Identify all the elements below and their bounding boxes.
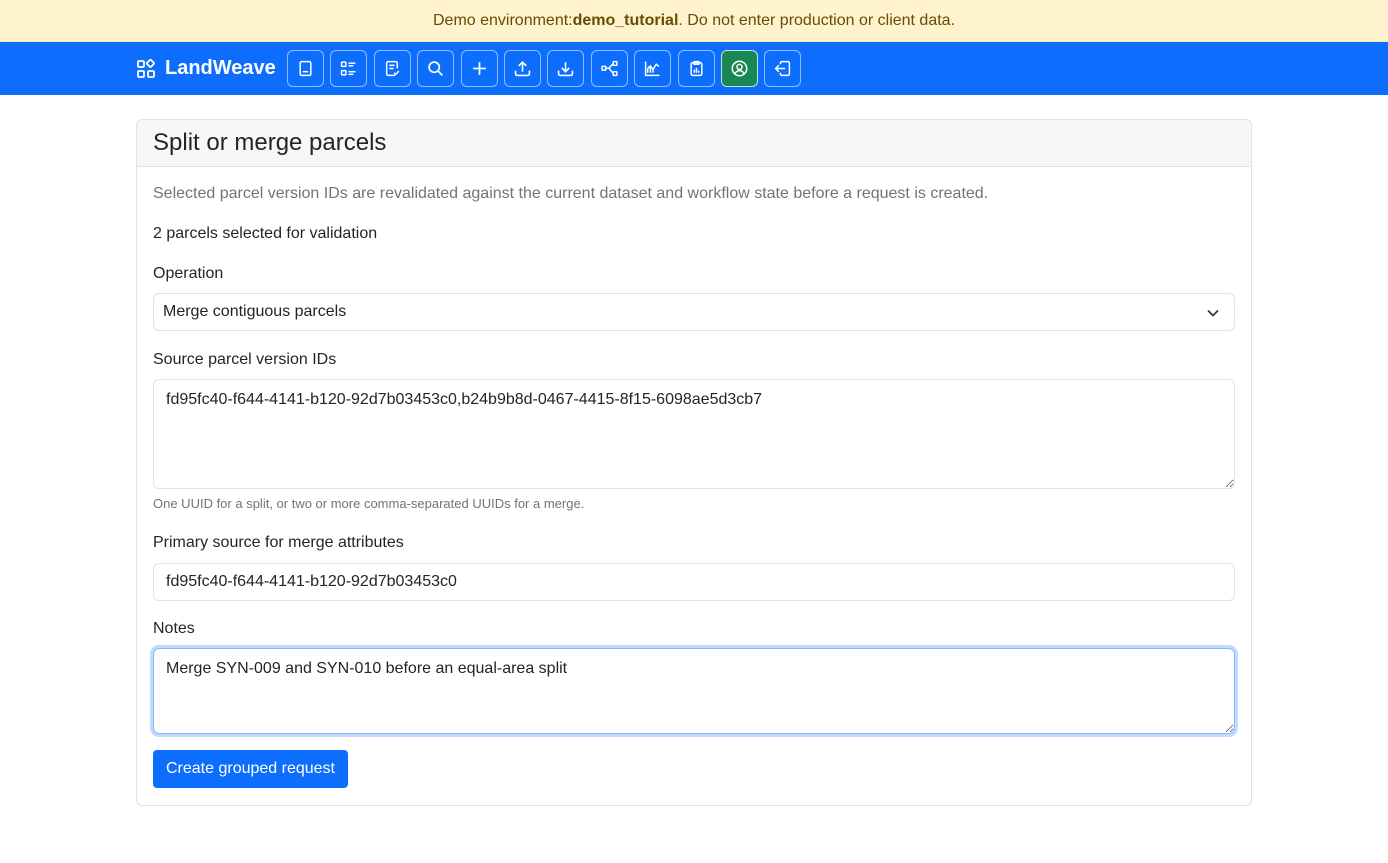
- nav-toolbar: [287, 50, 802, 87]
- plus-icon: [472, 62, 486, 75]
- operation-select[interactable]: Merge contiguous parcels: [153, 293, 1235, 331]
- nav-chart-button[interactable]: [634, 50, 672, 87]
- operation-selected-value: Merge contiguous parcels: [163, 303, 347, 320]
- nav-upload-button[interactable]: [503, 50, 541, 87]
- revalidation-help-text: Selected parcel version IDs are revalida…: [153, 185, 989, 202]
- nav-add-button[interactable]: [460, 50, 498, 87]
- page-title: Split or merge parcels: [153, 129, 387, 156]
- nav-clipboard-button[interactable]: [677, 50, 715, 87]
- nav-workflow-button[interactable]: [590, 50, 628, 87]
- notes-textarea[interactable]: Merge SYN-009 and SYN-010 before an equa…: [153, 648, 1235, 734]
- upload-icon: [514, 60, 531, 77]
- nav-download-button[interactable]: [547, 50, 585, 87]
- create-grouped-request-button[interactable]: Create grouped request: [153, 750, 348, 788]
- checklist-icon: [385, 60, 400, 77]
- card-header: Split or merge parcels: [137, 120, 1251, 167]
- notes-label: Notes: [153, 620, 195, 637]
- workflow-icon: [601, 60, 618, 77]
- banner-suffix: . Do not enter production or client data…: [678, 11, 956, 29]
- source-ids-hint: One UUID for a split, or two or more com…: [153, 496, 585, 511]
- user-icon: [731, 60, 748, 77]
- nav-book-button[interactable]: [287, 50, 324, 87]
- chevron-down-icon: [1207, 309, 1219, 317]
- demo-environment-banner: Demo environment: demo_tutorial. Do not …: [0, 0, 1388, 42]
- brand-link[interactable]: LandWeave: [136, 42, 276, 95]
- nav-search-button[interactable]: [417, 50, 455, 87]
- book-icon: [299, 60, 312, 77]
- top-navbar: LandWeave: [0, 42, 1388, 95]
- primary-source-input[interactable]: [153, 563, 1235, 601]
- brand-name: LandWeave: [165, 57, 276, 79]
- source-ids-textarea[interactable]: fd95fc40-f644-4141-b120-92d7b03453c0,b24…: [153, 379, 1235, 489]
- source-ids-label: Source parcel version IDs: [153, 351, 337, 368]
- nav-sign-out-button[interactable]: [764, 50, 802, 87]
- sign-out-icon: [774, 60, 791, 77]
- nav-account-button[interactable]: [720, 50, 758, 87]
- selection-count: 2 parcels selected for validation: [153, 225, 378, 242]
- search-icon: [428, 61, 444, 77]
- banner-environment-name: demo_tutorial: [572, 11, 679, 29]
- operation-label: Operation: [153, 265, 224, 282]
- split-merge-card: Split or merge parcels Selected parcel v…: [136, 119, 1252, 806]
- clipboard-icon: [689, 60, 703, 77]
- download-icon: [558, 62, 574, 77]
- apps-icon: [136, 58, 156, 79]
- nav-list-button[interactable]: [330, 50, 368, 87]
- nav-checklist-button[interactable]: [373, 50, 411, 87]
- primary-source-label: Primary source for merge attributes: [153, 534, 404, 551]
- chart-icon: [644, 61, 660, 77]
- list-icon: [341, 61, 356, 76]
- banner-prefix: Demo environment:: [432, 11, 573, 29]
